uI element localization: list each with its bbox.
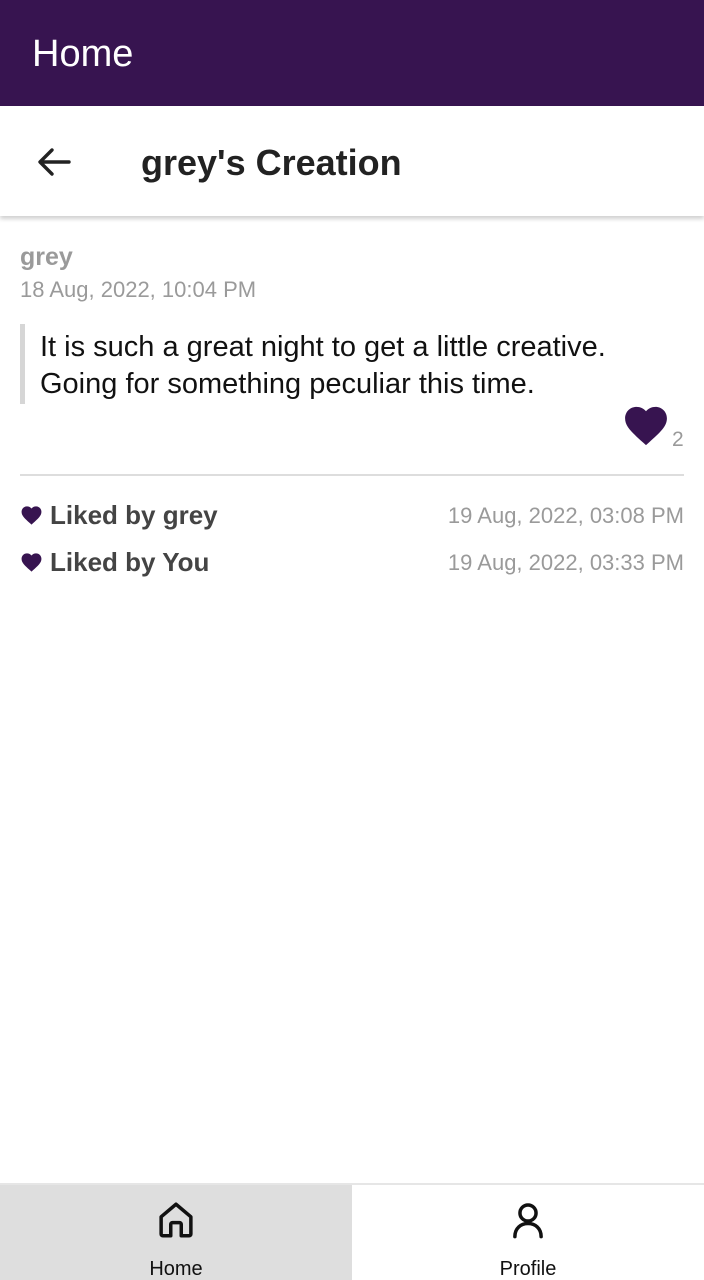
- list-item: Liked by You 19 Aug, 2022, 03:33 PM: [20, 543, 684, 590]
- post-text: It is such a great night to get a little…: [20, 324, 684, 404]
- like-timestamp: 19 Aug, 2022, 03:08 PM: [447, 503, 684, 528]
- bottom-nav: Home Profile: [0, 1183, 704, 1280]
- page-title: grey's Creation: [141, 142, 402, 183]
- post-author[interactable]: grey: [20, 242, 73, 272]
- profile-icon: [513, 1203, 543, 1239]
- list-item: Liked by grey 19 Aug, 2022, 03:08 PM: [20, 496, 684, 543]
- like-label: Liked by You: [50, 547, 210, 577]
- nav-label-profile: Profile: [499, 1258, 557, 1280]
- arrow-back-icon: [38, 148, 71, 176]
- like-count: 2: [672, 428, 684, 451]
- back-button[interactable]: [24, 134, 84, 190]
- app-bar-title: Home: [32, 33, 134, 75]
- post-text-line: It is such a great night to get a little…: [40, 331, 606, 363]
- nav-item-profile[interactable]: Profile: [352, 1185, 704, 1280]
- sub-header: grey's Creation: [0, 106, 704, 216]
- home-icon: [159, 1202, 193, 1238]
- post-date: 18 Aug, 2022, 10:04 PM: [20, 277, 257, 302]
- like-label: Liked by grey: [50, 500, 218, 530]
- nav-label-home: Home: [149, 1258, 203, 1280]
- app-bar: Home: [0, 0, 704, 106]
- heart-icon: [625, 406, 667, 446]
- likes-list: Liked by grey 19 Aug, 2022, 03:08 PM Lik…: [20, 496, 684, 590]
- app-screen: Home grey's Creation grey 18 Aug, 2022, …: [0, 0, 704, 1280]
- heart-icon: [21, 553, 42, 572]
- divider: [20, 474, 684, 476]
- like-timestamp: 19 Aug, 2022, 03:33 PM: [447, 550, 684, 575]
- nav-item-home[interactable]: Home: [0, 1185, 352, 1280]
- post-text-line: Going for something peculiar this time.: [40, 368, 535, 400]
- heart-icon: [21, 506, 42, 525]
- like-button[interactable]: [624, 406, 670, 450]
